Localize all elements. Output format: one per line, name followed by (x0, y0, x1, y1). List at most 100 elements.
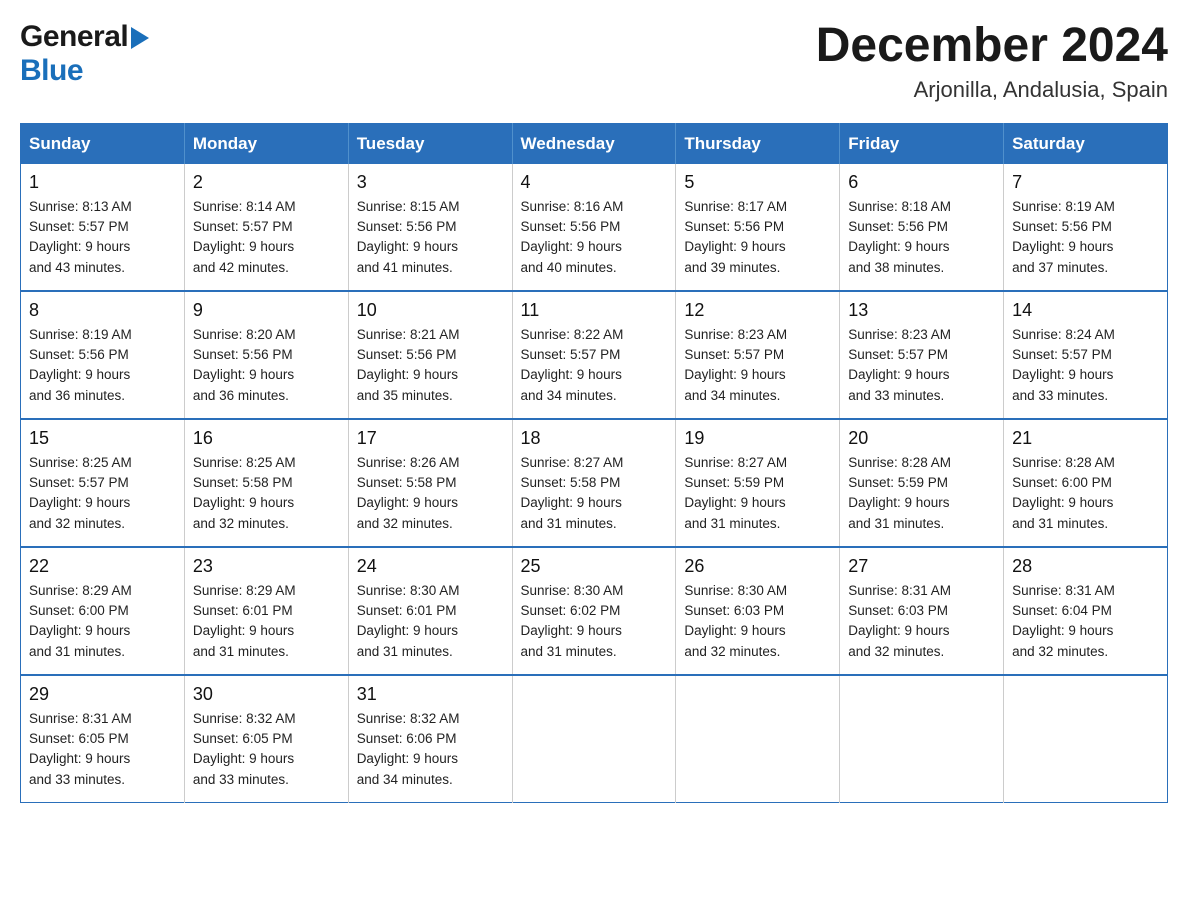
day-info: Sunrise: 8:30 AM Sunset: 6:03 PM Dayligh… (684, 581, 831, 662)
calendar-body: 1 Sunrise: 8:13 AM Sunset: 5:57 PM Dayli… (21, 164, 1168, 803)
day-number: 29 (29, 684, 176, 705)
day-cell: 3 Sunrise: 8:15 AM Sunset: 5:56 PM Dayli… (348, 164, 512, 291)
day-number: 25 (521, 556, 668, 577)
day-cell: 8 Sunrise: 8:19 AM Sunset: 5:56 PM Dayli… (21, 291, 185, 419)
day-number: 16 (193, 428, 340, 449)
day-cell: 22 Sunrise: 8:29 AM Sunset: 6:00 PM Dayl… (21, 547, 185, 675)
day-number: 24 (357, 556, 504, 577)
day-info: Sunrise: 8:29 AM Sunset: 6:00 PM Dayligh… (29, 581, 176, 662)
day-number: 31 (357, 684, 504, 705)
day-number: 4 (521, 172, 668, 193)
day-number: 6 (848, 172, 995, 193)
day-cell: 19 Sunrise: 8:27 AM Sunset: 5:59 PM Dayl… (676, 419, 840, 547)
logo-blue-text: Blue (20, 54, 83, 87)
day-number: 10 (357, 300, 504, 321)
day-info: Sunrise: 8:32 AM Sunset: 6:06 PM Dayligh… (357, 709, 504, 790)
header-monday: Monday (184, 123, 348, 164)
day-cell: 15 Sunrise: 8:25 AM Sunset: 5:57 PM Dayl… (21, 419, 185, 547)
day-cell: 25 Sunrise: 8:30 AM Sunset: 6:02 PM Dayl… (512, 547, 676, 675)
days-of-week-row: SundayMondayTuesdayWednesdayThursdayFrid… (21, 123, 1168, 164)
day-number: 27 (848, 556, 995, 577)
logo-triangle-icon (131, 27, 149, 49)
day-cell: 4 Sunrise: 8:16 AM Sunset: 5:56 PM Dayli… (512, 164, 676, 291)
day-number: 1 (29, 172, 176, 193)
day-cell: 18 Sunrise: 8:27 AM Sunset: 5:58 PM Dayl… (512, 419, 676, 547)
week-row-5: 29 Sunrise: 8:31 AM Sunset: 6:05 PM Dayl… (21, 675, 1168, 803)
day-cell: 7 Sunrise: 8:19 AM Sunset: 5:56 PM Dayli… (1004, 164, 1168, 291)
day-cell: 11 Sunrise: 8:22 AM Sunset: 5:57 PM Dayl… (512, 291, 676, 419)
week-row-3: 15 Sunrise: 8:25 AM Sunset: 5:57 PM Dayl… (21, 419, 1168, 547)
day-info: Sunrise: 8:27 AM Sunset: 5:58 PM Dayligh… (521, 453, 668, 534)
day-number: 8 (29, 300, 176, 321)
day-cell (840, 675, 1004, 803)
logo-general-text: General (20, 20, 128, 54)
day-number: 14 (1012, 300, 1159, 321)
day-cell: 5 Sunrise: 8:17 AM Sunset: 5:56 PM Dayli… (676, 164, 840, 291)
day-number: 9 (193, 300, 340, 321)
day-number: 23 (193, 556, 340, 577)
day-info: Sunrise: 8:30 AM Sunset: 6:02 PM Dayligh… (521, 581, 668, 662)
day-number: 26 (684, 556, 831, 577)
header-saturday: Saturday (1004, 123, 1168, 164)
day-cell: 10 Sunrise: 8:21 AM Sunset: 5:56 PM Dayl… (348, 291, 512, 419)
location: Arjonilla, Andalusia, Spain (816, 77, 1168, 103)
day-info: Sunrise: 8:31 AM Sunset: 6:03 PM Dayligh… (848, 581, 995, 662)
day-number: 7 (1012, 172, 1159, 193)
day-number: 18 (521, 428, 668, 449)
day-number: 2 (193, 172, 340, 193)
day-info: Sunrise: 8:25 AM Sunset: 5:58 PM Dayligh… (193, 453, 340, 534)
title-section: December 2024 Arjonilla, Andalusia, Spai… (816, 20, 1168, 103)
day-info: Sunrise: 8:18 AM Sunset: 5:56 PM Dayligh… (848, 197, 995, 278)
header-thursday: Thursday (676, 123, 840, 164)
day-info: Sunrise: 8:15 AM Sunset: 5:56 PM Dayligh… (357, 197, 504, 278)
day-info: Sunrise: 8:19 AM Sunset: 5:56 PM Dayligh… (1012, 197, 1159, 278)
day-info: Sunrise: 8:27 AM Sunset: 5:59 PM Dayligh… (684, 453, 831, 534)
day-cell: 12 Sunrise: 8:23 AM Sunset: 5:57 PM Dayl… (676, 291, 840, 419)
day-info: Sunrise: 8:17 AM Sunset: 5:56 PM Dayligh… (684, 197, 831, 278)
day-cell: 2 Sunrise: 8:14 AM Sunset: 5:57 PM Dayli… (184, 164, 348, 291)
day-info: Sunrise: 8:30 AM Sunset: 6:01 PM Dayligh… (357, 581, 504, 662)
day-cell: 20 Sunrise: 8:28 AM Sunset: 5:59 PM Dayl… (840, 419, 1004, 547)
week-row-2: 8 Sunrise: 8:19 AM Sunset: 5:56 PM Dayli… (21, 291, 1168, 419)
day-cell: 26 Sunrise: 8:30 AM Sunset: 6:03 PM Dayl… (676, 547, 840, 675)
day-cell (1004, 675, 1168, 803)
logo: General Blue (20, 20, 149, 88)
day-cell: 21 Sunrise: 8:28 AM Sunset: 6:00 PM Dayl… (1004, 419, 1168, 547)
day-info: Sunrise: 8:14 AM Sunset: 5:57 PM Dayligh… (193, 197, 340, 278)
day-cell: 29 Sunrise: 8:31 AM Sunset: 6:05 PM Dayl… (21, 675, 185, 803)
day-info: Sunrise: 8:16 AM Sunset: 5:56 PM Dayligh… (521, 197, 668, 278)
day-number: 17 (357, 428, 504, 449)
day-number: 19 (684, 428, 831, 449)
week-row-4: 22 Sunrise: 8:29 AM Sunset: 6:00 PM Dayl… (21, 547, 1168, 675)
day-info: Sunrise: 8:22 AM Sunset: 5:57 PM Dayligh… (521, 325, 668, 406)
day-info: Sunrise: 8:31 AM Sunset: 6:04 PM Dayligh… (1012, 581, 1159, 662)
day-cell: 6 Sunrise: 8:18 AM Sunset: 5:56 PM Dayli… (840, 164, 1004, 291)
day-cell: 23 Sunrise: 8:29 AM Sunset: 6:01 PM Dayl… (184, 547, 348, 675)
day-number: 21 (1012, 428, 1159, 449)
day-info: Sunrise: 8:23 AM Sunset: 5:57 PM Dayligh… (848, 325, 995, 406)
day-cell: 1 Sunrise: 8:13 AM Sunset: 5:57 PM Dayli… (21, 164, 185, 291)
day-number: 13 (848, 300, 995, 321)
page-header: General Blue December 2024 Arjonilla, An… (20, 20, 1168, 103)
day-info: Sunrise: 8:25 AM Sunset: 5:57 PM Dayligh… (29, 453, 176, 534)
header-wednesday: Wednesday (512, 123, 676, 164)
day-info: Sunrise: 8:13 AM Sunset: 5:57 PM Dayligh… (29, 197, 176, 278)
day-cell: 27 Sunrise: 8:31 AM Sunset: 6:03 PM Dayl… (840, 547, 1004, 675)
month-title: December 2024 (816, 20, 1168, 73)
day-cell: 14 Sunrise: 8:24 AM Sunset: 5:57 PM Dayl… (1004, 291, 1168, 419)
day-cell: 30 Sunrise: 8:32 AM Sunset: 6:05 PM Dayl… (184, 675, 348, 803)
day-number: 28 (1012, 556, 1159, 577)
week-row-1: 1 Sunrise: 8:13 AM Sunset: 5:57 PM Dayli… (21, 164, 1168, 291)
day-info: Sunrise: 8:19 AM Sunset: 5:56 PM Dayligh… (29, 325, 176, 406)
day-cell: 9 Sunrise: 8:20 AM Sunset: 5:56 PM Dayli… (184, 291, 348, 419)
day-cell: 28 Sunrise: 8:31 AM Sunset: 6:04 PM Dayl… (1004, 547, 1168, 675)
day-number: 20 (848, 428, 995, 449)
calendar-table: SundayMondayTuesdayWednesdayThursdayFrid… (20, 123, 1168, 803)
day-info: Sunrise: 8:21 AM Sunset: 5:56 PM Dayligh… (357, 325, 504, 406)
day-info: Sunrise: 8:23 AM Sunset: 5:57 PM Dayligh… (684, 325, 831, 406)
day-cell: 31 Sunrise: 8:32 AM Sunset: 6:06 PM Dayl… (348, 675, 512, 803)
day-number: 11 (521, 300, 668, 321)
day-cell: 17 Sunrise: 8:26 AM Sunset: 5:58 PM Dayl… (348, 419, 512, 547)
day-number: 5 (684, 172, 831, 193)
day-number: 30 (193, 684, 340, 705)
